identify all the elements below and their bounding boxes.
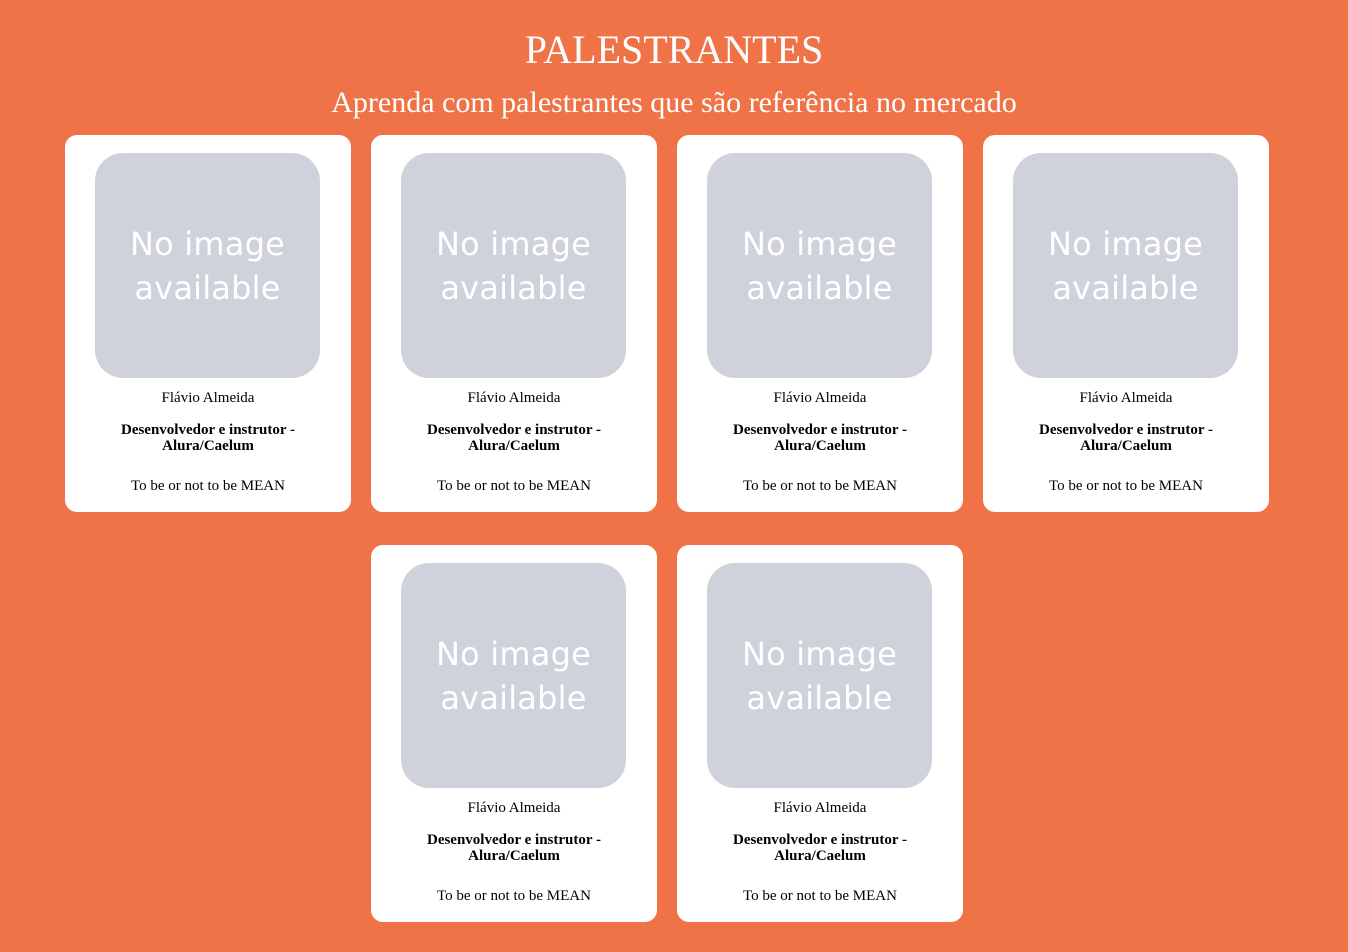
- no-image-text: No image available: [1048, 224, 1203, 307]
- speaker-photo-placeholder: No image available: [1013, 153, 1238, 378]
- speaker-talk: To be or not to be MEAN: [743, 888, 897, 904]
- no-image-text: No image available: [436, 224, 591, 307]
- no-image-text: No image available: [742, 224, 897, 307]
- speaker-talk: To be or not to be MEAN: [1049, 478, 1203, 494]
- speaker-talk: To be or not to be MEAN: [743, 478, 897, 494]
- speaker-role: Desenvolvedor e instrutor - Alura/Caelum: [732, 832, 907, 864]
- speaker-name: Flávio Almeida: [161, 390, 255, 406]
- speaker-role: Desenvolvedor e instrutor - Alura/Caelum: [426, 832, 601, 864]
- no-image-text: No image available: [436, 634, 591, 717]
- speaker-card: No image available Flávio Almeida Desenv…: [371, 545, 657, 922]
- speaker-photo-placeholder: No image available: [707, 153, 932, 378]
- speaker-card: No image available Flávio Almeida Desenv…: [65, 135, 351, 512]
- speaker-name: Flávio Almeida: [1079, 390, 1173, 406]
- speaker-photo-placeholder: No image available: [95, 153, 320, 378]
- speaker-card: No image available Flávio Almeida Desenv…: [677, 135, 963, 512]
- page-subtitle: Aprenda com palestrantes que são referên…: [331, 86, 1017, 119]
- speaker-role: Desenvolvedor e instrutor - Alura/Caelum: [426, 422, 601, 454]
- speaker-name: Flávio Almeida: [773, 390, 867, 406]
- speaker-name: Flávio Almeida: [467, 390, 561, 406]
- speaker-card: No image available Flávio Almeida Desenv…: [371, 135, 657, 512]
- speaker-role: Desenvolvedor e instrutor - Alura/Caelum: [732, 422, 907, 454]
- page-title: PALESTRANTES: [524, 27, 824, 72]
- no-image-text: No image available: [742, 634, 897, 717]
- speaker-talk: To be or not to be MEAN: [131, 478, 285, 494]
- speaker-talk: To be or not to be MEAN: [437, 478, 591, 494]
- speaker-name: Flávio Almeida: [773, 800, 867, 816]
- speaker-card: No image available Flávio Almeida Desenv…: [983, 135, 1269, 512]
- speaker-photo-placeholder: No image available: [401, 153, 626, 378]
- speaker-role: Desenvolvedor e instrutor - Alura/Caelum: [1038, 422, 1213, 454]
- speaker-role: Desenvolvedor e instrutor - Alura/Caelum: [120, 422, 295, 454]
- speaker-name: Flávio Almeida: [467, 800, 561, 816]
- no-image-text: No image available: [130, 224, 285, 307]
- speaker-photo-placeholder: No image available: [401, 563, 626, 788]
- speaker-talk: To be or not to be MEAN: [437, 888, 591, 904]
- speaker-photo-placeholder: No image available: [707, 563, 932, 788]
- speaker-card: No image available Flávio Almeida Desenv…: [677, 545, 963, 922]
